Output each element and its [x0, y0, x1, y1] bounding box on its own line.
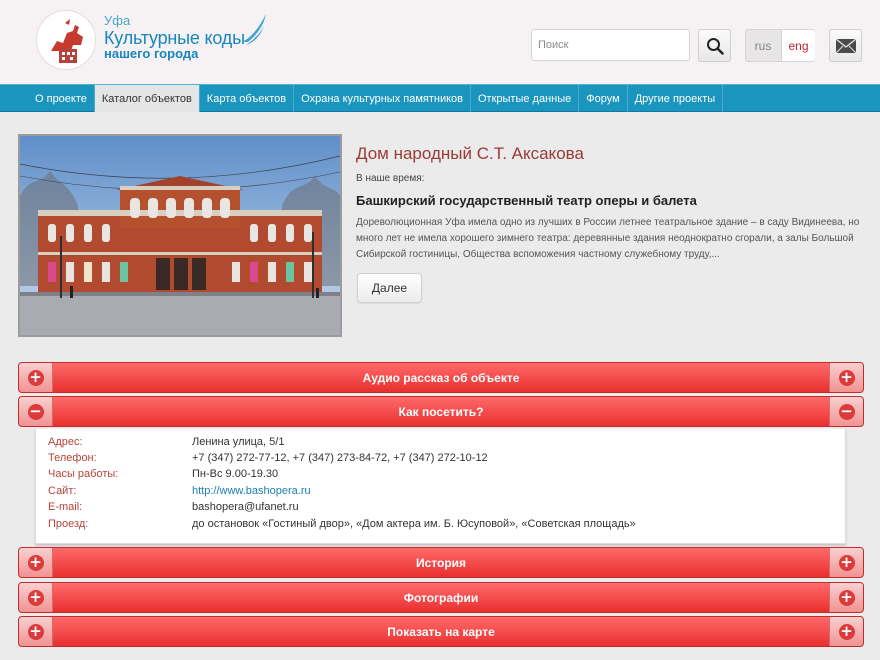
nav-item-catalog[interactable]: Каталог объектов: [94, 85, 200, 112]
address-value: Ленина улица, 5/1: [192, 436, 285, 448]
era-label: В наше время:: [356, 173, 425, 184]
transit-value: до остановок «Гостиный двор», «Дом актер…: [192, 518, 636, 530]
address-label: Адрес:: [48, 436, 83, 448]
main-nav: О проекте Каталог объектов Карта объекто…: [0, 84, 880, 112]
logo-subtitle: нашего города: [104, 46, 199, 61]
minus-icon: −: [838, 401, 855, 420]
accordion-visit-label: Как посетить?: [398, 404, 484, 419]
nav-item-open-data[interactable]: Открытые данные: [471, 85, 580, 112]
lang-eng-button[interactable]: eng: [781, 30, 815, 61]
hours-value: Пн-Вс 9.00-19.30: [192, 468, 279, 480]
logo-city: Уфа: [104, 13, 131, 28]
info-row-hours: Часы работы: Пн-Вс 9.00-19.30: [48, 466, 278, 482]
search-input[interactable]: [531, 29, 690, 61]
nav-item-map[interactable]: Карта объектов: [200, 85, 295, 112]
info-row-phone: Телефон: +7 (347) 272-77-12, +7 (347) 27…: [48, 450, 488, 466]
accordion-map[interactable]: + Показать на карте +: [18, 616, 864, 647]
envelope-icon: [835, 37, 856, 53]
object-description: Дореволюционная Уфа имела одно из лучших…: [356, 217, 860, 260]
site-link[interactable]: http://www.bashopera.ru: [192, 483, 311, 499]
email-label: E-mail:: [48, 501, 83, 513]
email-value: bashopera@ufanet.ru: [192, 501, 299, 513]
site-label: Сайт:: [48, 485, 77, 497]
hours-label: Часы работы:: [48, 468, 119, 480]
lang-rus-button[interactable]: rus: [746, 30, 780, 61]
phone-value: +7 (347) 272-77-12, +7 (347) 273-84-72, …: [192, 452, 488, 464]
info-row-site: Сайт: http://www.bashopera.ru: [48, 483, 311, 499]
language-switcher: rus eng: [745, 29, 815, 62]
accordion-audio-label: Аудио рассказ об объекте: [362, 370, 520, 385]
site-header: Уфа Культурные коды нашего города rus en…: [0, 0, 880, 84]
object-title: Дом народный С.Т. Аксакова: [356, 144, 584, 163]
info-row-email: E-mail: bashopera@ufanet.ru: [48, 499, 299, 515]
accordion-history-label: История: [415, 555, 467, 570]
search-button[interactable]: [698, 29, 731, 62]
accordion-photos-label: Фотографии: [403, 590, 479, 605]
info-row-transit: Проезд: до остановок «Гостиный двор», «Д…: [48, 516, 636, 532]
transit-label: Проезд:: [48, 518, 89, 530]
accordion-history[interactable]: + История +: [18, 547, 864, 578]
accordion-audio[interactable]: + Аудио рассказ об объекте +: [18, 362, 864, 393]
phone-label: Телефон:: [48, 452, 97, 464]
accordion-photos[interactable]: + Фотографии +: [18, 582, 864, 613]
plus-icon: +: [838, 367, 855, 386]
accordion-visit[interactable]: − Как посетить? −: [18, 396, 864, 427]
plus-icon: +: [838, 587, 855, 606]
object-photo[interactable]: [18, 134, 342, 337]
bird-icon: [242, 14, 266, 45]
search-icon: [706, 37, 724, 55]
nav-item-forum[interactable]: Форум: [579, 85, 628, 112]
nav-item-protection[interactable]: Охрана культурных памятников: [294, 85, 471, 112]
nav-item-about[interactable]: О проекте: [28, 85, 95, 112]
visit-info-panel: Адрес: Ленина улица, 5/1 Телефон: +7 (34…: [35, 429, 846, 544]
plus-icon: +: [838, 621, 855, 640]
mail-button[interactable]: [829, 29, 862, 62]
accordion-map-label: Показать на карте: [387, 624, 495, 639]
nav-item-other-projects[interactable]: Другие проекты: [628, 85, 724, 112]
info-row-address: Адрес: Ленина улица, 5/1: [48, 434, 284, 450]
logo-emblem-icon[interactable]: [36, 10, 96, 70]
plus-icon: +: [838, 552, 855, 571]
more-button[interactable]: Далее: [357, 273, 422, 303]
modern-name: Башкирский государственный театр оперы и…: [356, 193, 697, 208]
